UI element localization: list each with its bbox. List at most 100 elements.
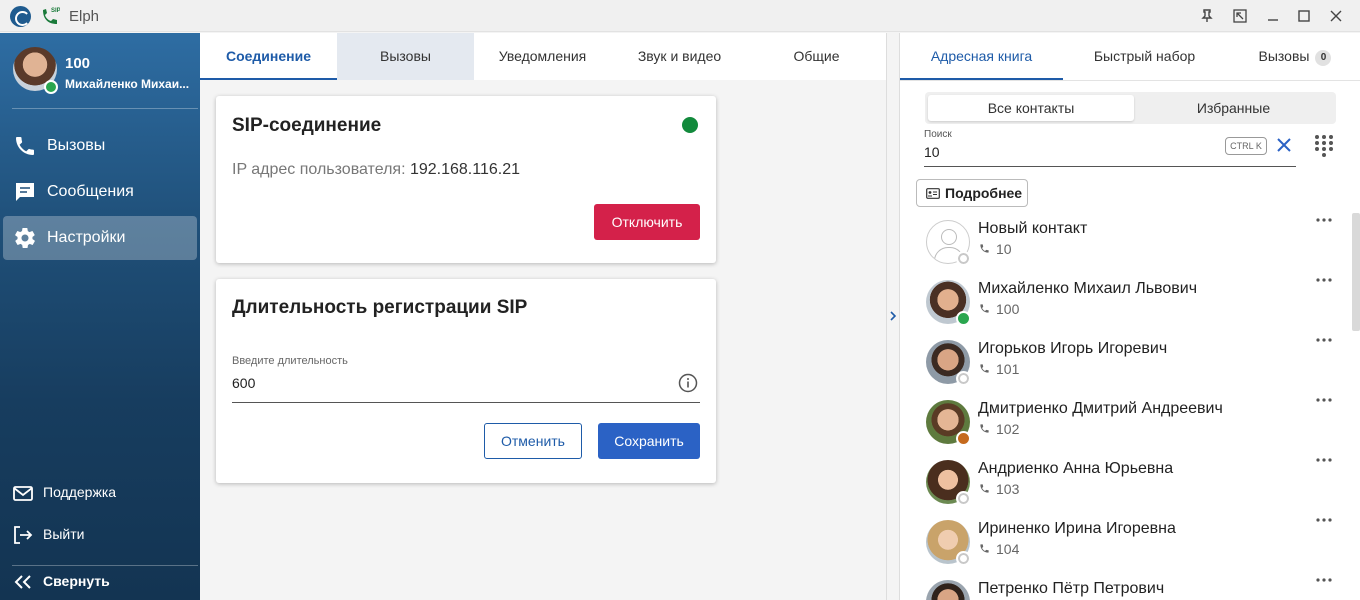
tab-sound-video[interactable]: Звук и видео: [611, 33, 748, 80]
info-icon[interactable]: [678, 373, 698, 393]
phone-icon: [16, 137, 34, 155]
more-icon[interactable]: [1314, 574, 1334, 586]
fullscreen-icon: [1233, 9, 1247, 23]
online-status-badge: [44, 80, 58, 94]
close-button[interactable]: [1323, 4, 1349, 28]
phone-icon: [980, 544, 989, 553]
duration-input[interactable]: 600: [232, 375, 255, 391]
sidebar-item-label: Сообщения: [47, 183, 134, 200]
more-icon[interactable]: [1314, 334, 1334, 346]
double-chevron-left-icon: [14, 575, 31, 589]
support-label: Поддержка: [43, 484, 117, 500]
fullscreen-button[interactable]: [1227, 4, 1253, 28]
sidebar-item-settings[interactable]: Настройки: [3, 216, 197, 260]
sidebar-item-label: Настройки: [47, 229, 126, 246]
ip-value: 192.168.116.21: [409, 161, 520, 178]
details-label: Подробнее: [945, 185, 1023, 201]
sidebar-item-label: Вызовы: [47, 137, 106, 154]
minimize-button[interactable]: [1260, 4, 1286, 28]
contact-item[interactable]: Игорьков Игорь Игоревич 101: [916, 334, 1346, 394]
cancel-button[interactable]: Отменить: [484, 423, 582, 459]
tab-speed-dial[interactable]: Быстрый набор: [1063, 33, 1226, 80]
contact-item[interactable]: Петренко Пётр Петрович: [916, 574, 1346, 600]
divider: [12, 108, 198, 109]
contact-number: 103: [996, 481, 1020, 497]
sidebar-item-calls[interactable]: Вызовы: [3, 124, 197, 168]
contact-name: Дмитриенко Дмитрий Андреевич: [978, 400, 1223, 417]
logout-icon: [14, 526, 33, 544]
filter-favorites[interactable]: Избранные: [1134, 95, 1333, 121]
contact-name: Ириненко Ирина Игоревна: [978, 520, 1176, 537]
contact-number: 101: [996, 361, 1020, 377]
more-icon[interactable]: [1314, 394, 1334, 406]
contact-number: 104: [996, 541, 1020, 557]
dialpad-icon[interactable]: [1314, 134, 1334, 158]
tab-general[interactable]: Общие: [748, 33, 885, 80]
tab-connection[interactable]: Соединение: [200, 33, 337, 80]
sidebar-item-messages[interactable]: Сообщения: [3, 170, 197, 214]
contact-number: 102: [996, 421, 1020, 437]
more-icon[interactable]: [1314, 514, 1334, 526]
status-indicator: [956, 551, 971, 566]
save-button[interactable]: Сохранить: [598, 423, 700, 459]
contact-number: 100: [996, 301, 1020, 317]
contact-name: Игорьков Игорь Игоревич: [978, 340, 1168, 357]
filter-all-contacts[interactable]: Все контакты: [928, 95, 1134, 121]
scrollbar[interactable]: [1352, 213, 1360, 331]
connection-status-indicator: [682, 117, 698, 133]
phone-icon: [980, 484, 989, 493]
settings-tabs: Соединение Вызовы Уведомления Звук и вид…: [200, 33, 886, 80]
sip-phone-icon: SIP: [43, 8, 60, 24]
user-name: Михайленко Михаи...: [65, 77, 190, 91]
card-title: Длительность регистрации SIP: [232, 297, 528, 318]
input-underline: [232, 402, 700, 403]
search-input[interactable]: [924, 144, 1124, 160]
logout-link[interactable]: Выйти: [0, 516, 200, 552]
disconnect-button[interactable]: Отключить: [594, 204, 700, 240]
id-card-icon: [926, 188, 940, 199]
svg-text:SIP: SIP: [51, 8, 60, 14]
phone-icon: [980, 304, 989, 313]
tab-calls[interactable]: Вызовы: [337, 33, 474, 80]
contact-item[interactable]: Андриенко Анна Юрьевна 103: [916, 454, 1346, 514]
more-icon[interactable]: [1314, 274, 1334, 286]
contact-name: Михайленко Михаил Львович: [978, 280, 1198, 297]
mail-icon: [13, 486, 33, 501]
more-icon[interactable]: [1314, 214, 1334, 226]
divider: [900, 80, 1360, 81]
status-indicator: [956, 491, 971, 506]
keyboard-shortcut-hint: CTRL K: [1225, 137, 1267, 155]
tab-notifications[interactable]: Уведомления: [474, 33, 611, 80]
contact-item[interactable]: Новый контакт 10: [916, 214, 1346, 274]
contact-item[interactable]: Михайленко Михаил Львович 100: [916, 274, 1346, 334]
support-link[interactable]: Поддержка: [0, 474, 200, 510]
collapse-sidebar-button[interactable]: Свернуть: [0, 563, 200, 599]
pin-button[interactable]: [1194, 4, 1220, 28]
more-icon[interactable]: [1314, 454, 1334, 466]
search-label: Поиск: [924, 129, 952, 140]
card-title: SIP-соединение: [232, 115, 382, 136]
chat-icon: [16, 183, 34, 201]
phone-icon: [980, 364, 989, 373]
contact-name: Новый контакт: [978, 220, 1088, 237]
contact-name: Андриенко Анна Юрьевна: [978, 460, 1174, 477]
avatar: [926, 580, 970, 600]
duration-field-label: Введите длительность: [232, 355, 348, 367]
title-bar: SIP Elph: [0, 0, 1360, 32]
status-indicator: [956, 311, 971, 326]
maximize-icon: [1298, 10, 1310, 22]
tab-address-book[interactable]: Адресная книга: [900, 33, 1063, 80]
details-button[interactable]: Подробнее: [916, 179, 1028, 207]
count-badge: 0: [1315, 50, 1332, 66]
maximize-button[interactable]: [1291, 4, 1317, 28]
contact-item[interactable]: Дмитриенко Дмитрий Андреевич 102: [916, 394, 1346, 454]
close-icon[interactable]: [1275, 136, 1293, 154]
tab-call-history[interactable]: Вызовы 0: [1240, 33, 1350, 80]
contact-name: Петренко Пётр Петрович: [978, 580, 1165, 597]
user-profile[interactable]: 100 Михайленко Михаи...: [0, 33, 200, 108]
contact-item[interactable]: Ириненко Ирина Игоревна 104: [916, 514, 1346, 574]
chevron-right-icon[interactable]: [888, 309, 898, 323]
pin-icon: [1201, 9, 1213, 22]
gear-icon: [15, 228, 35, 248]
contact-filter-toggle: Все контакты Избранные: [925, 92, 1336, 124]
